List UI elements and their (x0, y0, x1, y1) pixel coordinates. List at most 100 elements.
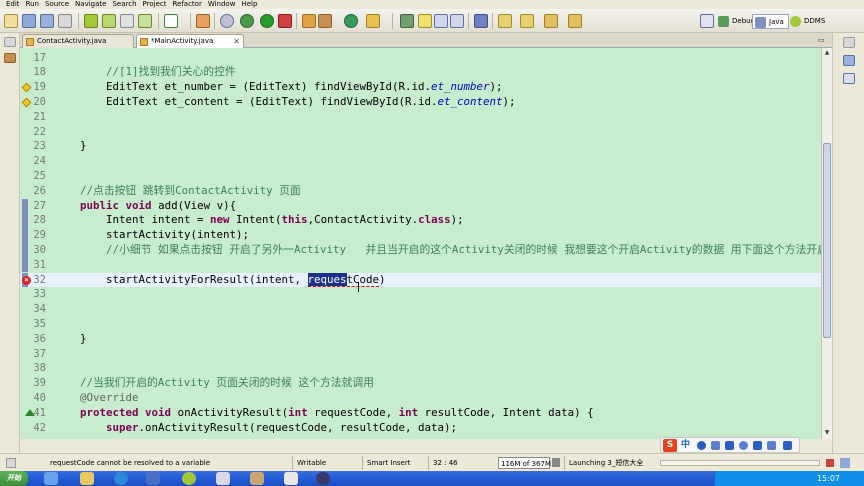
scroll-down-icon[interactable]: ▼ (823, 429, 831, 437)
ime-mode-label[interactable]: 中 (681, 439, 690, 452)
error-token[interactable]: requestCode (307, 272, 380, 287)
forward-icon[interactable] (568, 14, 582, 28)
skip-breakpoints-icon[interactable] (196, 14, 210, 28)
code-line[interactable]: 37 (20, 347, 821, 362)
moon-icon[interactable] (697, 441, 706, 450)
chevron-down-icon[interactable] (586, 14, 592, 28)
code-line[interactable]: 31 (20, 257, 821, 273)
print-icon[interactable] (58, 14, 72, 28)
editor-icon[interactable] (216, 472, 230, 485)
keyboard-icon[interactable] (725, 441, 734, 450)
save-all-icon[interactable] (40, 14, 54, 28)
eclipse-icon[interactable] (316, 472, 330, 485)
code-line[interactable]: 28 Intent intent = new Intent(this,Conta… (20, 213, 821, 229)
paint-icon[interactable] (250, 472, 264, 485)
menu-item-source[interactable]: Source (45, 0, 69, 9)
garbage-collect-icon[interactable] (552, 458, 560, 467)
menu-item-help[interactable]: Help (241, 0, 257, 9)
toggle-mark-occurrences-icon[interactable] (418, 14, 432, 28)
android-sdk-icon[interactable] (84, 14, 98, 28)
search-icon[interactable] (400, 14, 414, 28)
code-line[interactable]: 26 //点击按钮 跳转到ContactActivity 页面 (20, 184, 821, 199)
debug-icon[interactable] (240, 14, 254, 28)
restore-view-icon[interactable] (843, 37, 855, 48)
new-java-project-icon[interactable] (302, 14, 316, 28)
code-line[interactable]: 18 //[1]找到我们关心的控件 (20, 65, 821, 80)
menu-item-project[interactable]: Project (143, 0, 167, 9)
clock[interactable]: 15:07 (817, 471, 840, 486)
open-type-icon[interactable] (366, 14, 380, 28)
code-line[interactable]: 30 //小细节 如果点击按钮 开启了另外一Activity 并且当开启的这个A… (20, 242, 821, 258)
tools-icon[interactable] (767, 441, 776, 450)
lint-icon[interactable] (120, 14, 134, 28)
code-line[interactable]: × 32 startActivityForResult(intent, reque… (20, 272, 821, 288)
menu-item-run[interactable]: Run (26, 0, 39, 9)
folder-icon[interactable] (80, 472, 94, 485)
chevron-down-icon[interactable] (180, 14, 186, 28)
save-icon[interactable] (22, 14, 36, 28)
progress-view-icon[interactable] (840, 458, 850, 468)
input-method-bar[interactable]: S 中 (660, 437, 800, 453)
status-view-icon[interactable] (6, 458, 16, 468)
heap-status[interactable]: 116M of 367M (498, 457, 551, 469)
show-whitespace-icon[interactable] (450, 14, 464, 28)
code-line[interactable]: 36 } (20, 332, 821, 347)
android-studio-icon[interactable] (182, 472, 196, 485)
menu-item-edit[interactable]: Edit (6, 0, 20, 9)
skin-icon[interactable] (753, 441, 762, 450)
new-icon[interactable] (4, 14, 18, 28)
block-selection-icon[interactable] (434, 14, 448, 28)
task-list-icon[interactable] (843, 73, 855, 84)
code-line[interactable]: 17 (20, 51, 821, 66)
pin-editor-icon[interactable] (474, 14, 488, 28)
close-icon[interactable]: ✕ (233, 35, 240, 48)
code-line[interactable]: 21 (20, 110, 821, 125)
menu-item-search[interactable]: Search (112, 0, 136, 9)
tab-contact-activity[interactable]: ContactActivity.java (22, 34, 134, 48)
settings-icon[interactable] (220, 14, 234, 28)
punctuation-icon[interactable] (711, 441, 720, 450)
new-package-icon[interactable] (318, 14, 332, 28)
code-line[interactable]: 27 public void add(View v){ (20, 198, 821, 214)
code-line[interactable]: 25 (20, 169, 821, 184)
code-line[interactable]: 35 (20, 317, 821, 332)
previous-annotation-icon[interactable] (520, 14, 534, 28)
menu-item-navigate[interactable]: Navigate (75, 0, 106, 9)
perspective-ddms[interactable]: DDMS (788, 14, 829, 29)
avd-manager-icon[interactable] (102, 14, 116, 28)
media-icon[interactable] (146, 472, 160, 485)
code-line[interactable]: 40 @Override (20, 391, 821, 406)
scroll-up-icon[interactable]: ▲ (823, 49, 831, 57)
code-line[interactable]: 22 (20, 125, 821, 140)
code-line[interactable]: 38 (20, 361, 821, 376)
code-line[interactable]: 39 //当我们开启的Activity 页面关闭的时候 这个方法就调用 (20, 376, 821, 391)
scrollbar-thumb[interactable] (823, 143, 831, 338)
grid-icon[interactable] (783, 441, 792, 450)
stop-icon[interactable] (826, 459, 834, 467)
package-explorer-icon[interactable] (4, 53, 16, 63)
outline-icon[interactable] (843, 55, 855, 66)
editor-scrollbar[interactable]: ▲ ▼ (821, 48, 832, 439)
perspective-java[interactable]: Java (752, 14, 789, 29)
code-line[interactable]: 42 super.onActivityResult(requestCode, r… (20, 421, 821, 436)
code-line[interactable]: 19 EditText et_number = (EditText) findV… (20, 80, 821, 95)
code-line[interactable]: 34 (20, 302, 821, 317)
user-icon[interactable] (739, 441, 748, 450)
tab-main-activity[interactable]: *MainActivity.java ✕ (136, 34, 244, 48)
code-line[interactable]: 33 (20, 287, 821, 302)
code-line[interactable]: 24 (20, 154, 821, 169)
desktop-icon[interactable] (44, 472, 58, 485)
start-button[interactable]: 开始 (0, 471, 28, 486)
code-editor[interactable]: 17 18 //[1]找到我们关心的控件 19 EditText et_number… (20, 48, 821, 439)
open-perspective-icon[interactable] (700, 14, 714, 28)
code-line[interactable]: 41 protected void onActivityResult(int r… (20, 406, 821, 421)
back-icon[interactable] (544, 14, 558, 28)
checkbox-icon[interactable] (164, 14, 178, 28)
minimize-icon[interactable]: ▭ (818, 36, 825, 44)
run-icon[interactable] (260, 14, 274, 28)
next-annotation-icon[interactable] (498, 14, 512, 28)
code-line[interactable]: 23 } (20, 139, 821, 154)
menu-item-window[interactable]: Window (208, 0, 236, 9)
code-line[interactable]: 20 EditText et_content = (EditText) find… (20, 95, 821, 110)
new-android-project-icon[interactable] (138, 14, 152, 28)
